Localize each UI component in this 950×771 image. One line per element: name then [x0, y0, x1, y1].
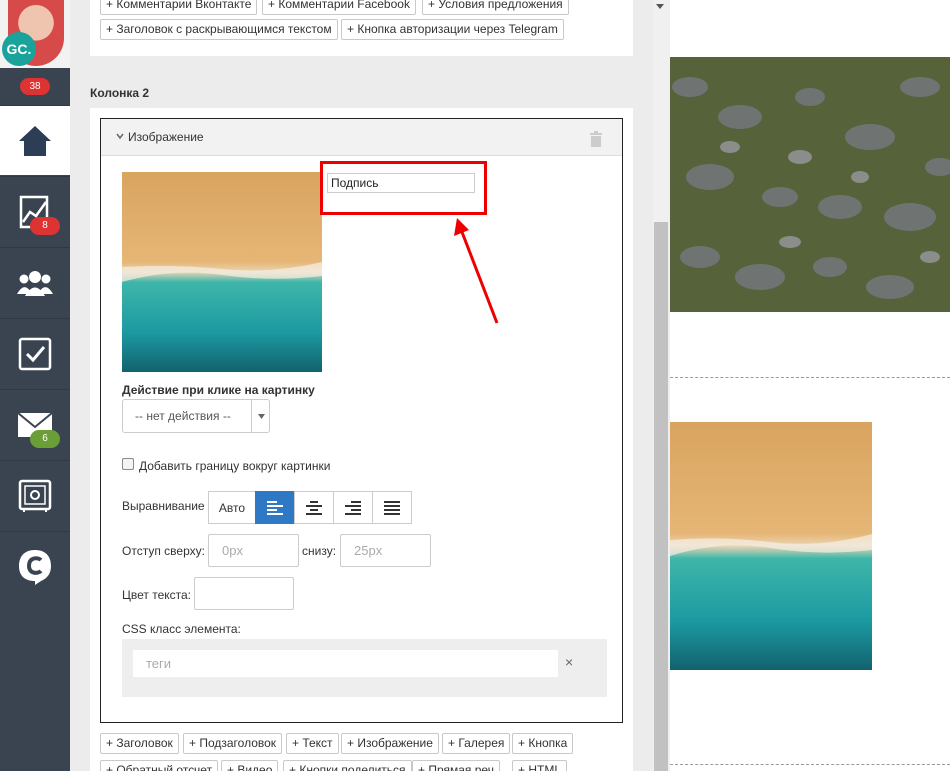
- sidebar-item-home[interactable]: [0, 105, 70, 175]
- users-icon: [17, 270, 53, 296]
- add-offer-terms-button[interactable]: + Условия предложения: [422, 0, 569, 15]
- image-block-header[interactable]: Изображение: [101, 119, 622, 156]
- margin-bottom-label: снизу:: [302, 544, 337, 558]
- highlight-box: [320, 161, 487, 215]
- add-vk-comments-button[interactable]: + Комментарии Вконтакте: [100, 0, 258, 15]
- align-right-button[interactable]: [333, 491, 373, 524]
- add-collapsible-heading-button[interactable]: + Заголовок с раскрывающимся текстом: [100, 19, 338, 40]
- sidebar-item-safe[interactable]: [0, 460, 70, 530]
- margin-bottom-input[interactable]: 25px: [340, 534, 431, 567]
- avatar[interactable]: GC.: [0, 0, 70, 68]
- select-arrow[interactable]: [251, 400, 270, 432]
- image-block-title: Изображение: [128, 130, 204, 144]
- caret-down-icon: [258, 414, 265, 419]
- text-color-input[interactable]: [194, 577, 294, 610]
- add-countdown-button[interactable]: + Обратный отсчет: [100, 760, 219, 771]
- tags-input[interactable]: теги: [133, 650, 558, 677]
- align-left-button[interactable]: [255, 491, 295, 524]
- getcourse-logo-icon: [19, 549, 51, 585]
- css-class-field: теги ×: [122, 639, 607, 697]
- notifications-badge[interactable]: 38: [20, 78, 50, 95]
- left-sidebar: GC. 38 8 6: [0, 0, 70, 771]
- preview-rocks-image: [670, 57, 950, 312]
- css-class-label: CSS класс элемента:: [122, 622, 241, 636]
- sales-badge: 8: [30, 217, 60, 235]
- align-justify-icon: [384, 500, 400, 515]
- align-center-icon: [306, 500, 322, 515]
- add-html-button[interactable]: + HTML: [512, 760, 568, 771]
- avatar-initials-badge: GC.: [2, 32, 36, 66]
- margin-top-input[interactable]: 0px: [208, 534, 299, 567]
- add-share-buttons-button[interactable]: + Кнопки поделиться: [283, 760, 412, 771]
- align-auto-button[interactable]: Авто: [208, 491, 256, 524]
- sidebar-item-mail[interactable]: 6: [0, 389, 70, 459]
- click-action-label: Действие при клике на картинку: [122, 383, 315, 397]
- click-action-value: -- нет действия --: [135, 409, 231, 423]
- preview-beach-image: [670, 422, 872, 670]
- add-text-button[interactable]: + Текст: [286, 733, 339, 754]
- align-left-icon: [267, 500, 283, 515]
- mail-badge: 6: [30, 430, 60, 448]
- safe-icon: [18, 479, 52, 512]
- click-action-select[interactable]: -- нет действия --: [122, 399, 270, 433]
- sidebar-item-sales[interactable]: 8: [0, 176, 70, 246]
- sidebar-item-brand[interactable]: [0, 531, 70, 601]
- sidebar-item-tasks[interactable]: [0, 318, 70, 388]
- trash-icon[interactable]: [589, 131, 603, 147]
- margin-top-label: Отступ сверху:: [122, 544, 205, 558]
- align-center-button[interactable]: [294, 491, 334, 524]
- add-button-button[interactable]: + Кнопка: [512, 733, 574, 754]
- sidebar-item-users[interactable]: [0, 247, 70, 317]
- chevron-down-icon[interactable]: [116, 132, 124, 140]
- add-subheading-button[interactable]: + Подзаголовок: [183, 733, 283, 754]
- clear-tags-icon[interactable]: ×: [565, 654, 573, 670]
- tasks-checkbox-icon: [18, 337, 52, 370]
- add-gallery-button[interactable]: + Галерея: [442, 733, 511, 754]
- image-border-label: Добавить границу вокруг картинки: [139, 459, 331, 473]
- alignment-button-group: Авто: [208, 491, 412, 524]
- preview-divider: [670, 377, 950, 378]
- add-image-button[interactable]: + Изображение: [341, 733, 439, 754]
- alignment-label: Выравнивание: [122, 499, 205, 513]
- image-thumbnail[interactable]: [122, 172, 322, 372]
- align-right-icon: [345, 500, 361, 515]
- add-facebook-comments-button[interactable]: + Комментарии Facebook: [262, 0, 416, 15]
- page-preview: [670, 0, 950, 771]
- align-justify-button[interactable]: [372, 491, 412, 524]
- image-border-checkbox[interactable]: [122, 458, 134, 470]
- column-2-label: Колонка 2: [90, 86, 150, 100]
- home-icon: [19, 125, 51, 156]
- scrollbar-thumb[interactable]: [654, 222, 668, 771]
- add-quote-button[interactable]: + Прямая реч: [412, 760, 500, 771]
- add-heading-button[interactable]: + Заголовок: [100, 733, 179, 754]
- text-color-label: Цвет текста:: [122, 588, 192, 602]
- block-settings-panel: + Комментарии Вконтакте + Комментарии Fa…: [70, 0, 670, 771]
- add-video-button[interactable]: + Видео: [221, 760, 279, 771]
- preview-divider-bottom: [670, 764, 950, 765]
- scroll-up-icon[interactable]: [656, 4, 664, 9]
- add-telegram-auth-button[interactable]: + Кнопка авторизации через Telegram: [341, 19, 564, 40]
